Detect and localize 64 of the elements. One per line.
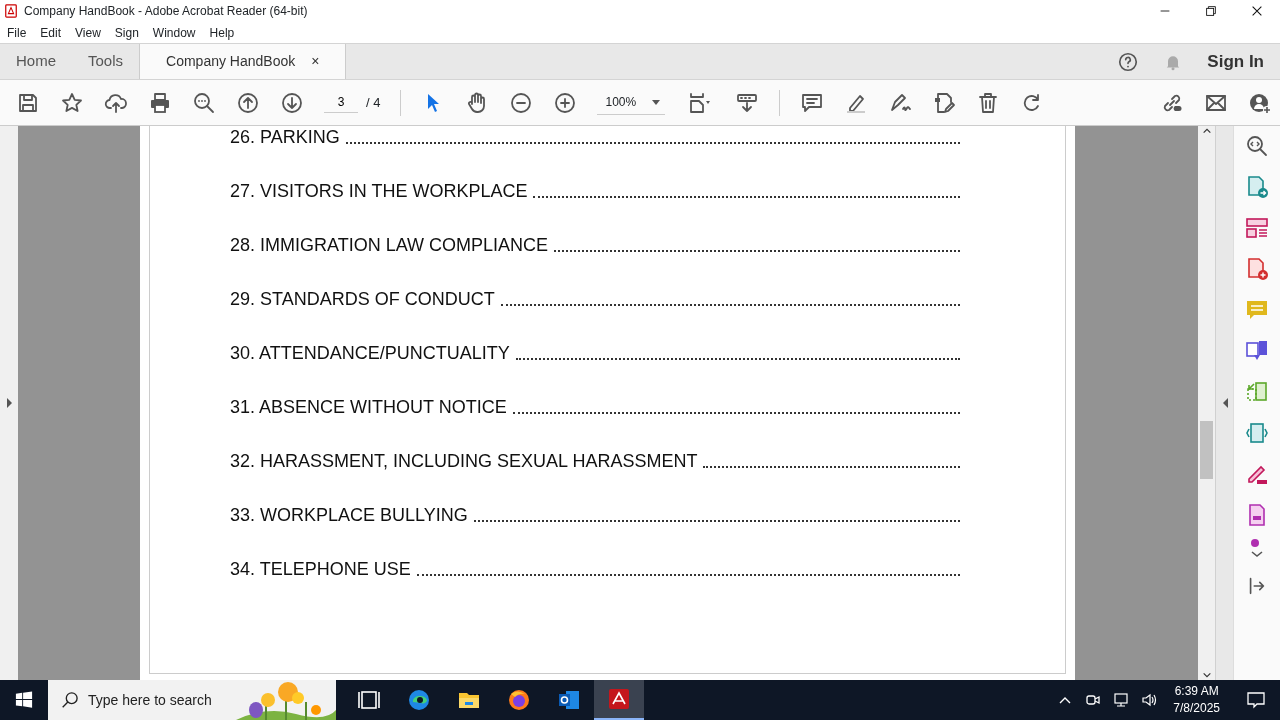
search-icon	[60, 690, 78, 710]
zoom-icon[interactable]	[1245, 134, 1269, 158]
caret-icon	[651, 97, 662, 107]
arrow-down-icon[interactable]	[280, 90, 304, 115]
scrollbar[interactable]	[1198, 126, 1215, 680]
export-pdf-icon[interactable]	[1245, 175, 1269, 199]
menu-item[interactable]: File	[0, 23, 34, 42]
tab[interactable]: Company HandBook ×	[139, 44, 347, 79]
menu-item[interactable]: View	[68, 23, 108, 42]
camera-icon[interactable]	[1085, 692, 1102, 708]
star-icon[interactable]	[60, 90, 84, 115]
clock-time: 6:39 AM	[1173, 683, 1220, 700]
toc-entry: 31. ABSENCE WITHOUT NOTICE	[230, 396, 507, 418]
acrobat-icon	[607, 687, 631, 711]
plus-icon[interactable]	[553, 90, 578, 115]
close-icon[interactable]	[1250, 4, 1264, 18]
scroll-down-icon[interactable]	[1201, 670, 1212, 680]
scan-icon[interactable]	[1245, 421, 1269, 445]
search-bar[interactable]: Type here to search	[48, 680, 336, 720]
minus-icon[interactable]	[509, 90, 534, 115]
menu-item[interactable]: Window	[145, 23, 203, 42]
scrollbar-thumb[interactable]	[1200, 421, 1213, 479]
toc-entry: 27. VISITORS IN THE WORKPLACE	[230, 180, 528, 202]
toc-entry: 32. HARASSMENT, INCLUDING SEXUAL HARASSMENT	[230, 450, 698, 472]
network-icon[interactable]	[1113, 692, 1130, 708]
acrobat-icon	[4, 3, 18, 19]
notification-icon[interactable]	[1246, 690, 1266, 710]
zoom-dropdown[interactable]: 100%	[597, 90, 666, 115]
page-count: / 4	[366, 93, 381, 112]
zoom-out-icon[interactable]	[192, 90, 216, 115]
tab[interactable]: Tools	[72, 44, 140, 79]
compare-icon[interactable]	[1245, 380, 1269, 404]
help-icon[interactable]	[1117, 50, 1140, 73]
expand-panel-icon[interactable]	[5, 397, 13, 409]
menu-item[interactable]: Edit	[33, 23, 69, 42]
volume-icon[interactable]	[1141, 692, 1158, 708]
firefox-icon	[507, 688, 531, 712]
outlook-icon	[557, 688, 581, 712]
window-title: Company HandBook - Adobe Acrobat Reader (64-bit)	[24, 3, 308, 20]
toc-entry: 30. ATTENDANCE/PUNCTUALITY	[230, 342, 510, 364]
toc-entry: 33. WORKPLACE BULLYING	[230, 504, 468, 526]
scroll-up-icon[interactable]	[1201, 126, 1212, 136]
search-field[interactable]: Type here to search	[86, 688, 236, 712]
arrow-up-icon[interactable]	[236, 90, 260, 115]
clock-date: 7/8/2025	[1173, 700, 1220, 717]
tab[interactable]: Home	[0, 44, 72, 79]
page-field[interactable]: 3	[324, 92, 358, 113]
toc-entry: 34. TELEPHONE USE	[230, 558, 411, 580]
restore-icon[interactable]	[1204, 4, 1218, 18]
task-view-icon	[357, 688, 381, 712]
print-icon[interactable]	[148, 90, 172, 115]
sign-in-link[interactable]: Sign In	[1207, 48, 1264, 75]
menu-item[interactable]: Sign	[107, 23, 146, 42]
windows-start-icon[interactable]	[15, 691, 33, 709]
create-pdf-icon[interactable]	[1245, 257, 1269, 281]
toc-entry: 26. PARKING	[230, 126, 340, 148]
edit-document-icon[interactable]	[932, 90, 957, 115]
toc-entry: 29. STANDARDS OF CONDUCT	[230, 288, 495, 310]
menu-item[interactable]: Help	[202, 23, 242, 42]
toc-entry: 28. IMMIGRATION LAW COMPLIANCE	[230, 234, 549, 256]
edge-browser-icon	[407, 688, 431, 712]
organize-pages-icon[interactable]	[1245, 216, 1269, 240]
close-tab-button[interactable]: ×	[311, 51, 320, 72]
taskbar-app-button[interactable]	[594, 680, 644, 720]
